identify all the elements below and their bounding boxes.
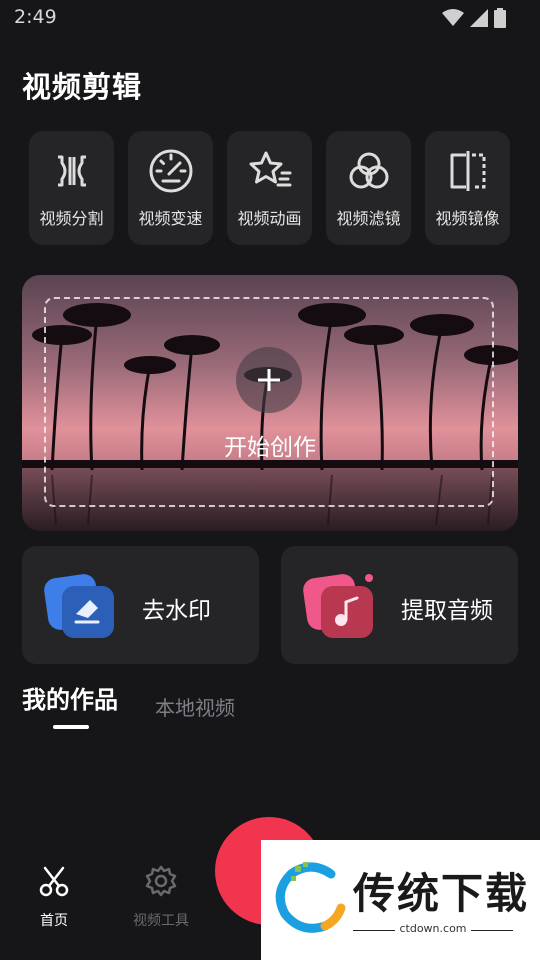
card-label: 去水印 <box>142 598 211 624</box>
tool-video-animation[interactable]: 视频动画 <box>227 131 312 245</box>
status-bar: 2:49 <box>0 0 540 36</box>
mirror-icon <box>450 151 485 191</box>
star-animation-icon <box>249 151 291 187</box>
page-title: 视频剪辑 <box>22 70 143 104</box>
eraser-icon <box>44 574 114 638</box>
site-watermark: 传统下载 ctdown.com <box>261 840 540 960</box>
tool-video-filter[interactable]: 视频滤镜 <box>326 131 411 245</box>
status-time: 2:49 <box>14 6 57 28</box>
tool-label: 视频滤镜 <box>336 209 401 228</box>
music-note-icon <box>303 574 373 638</box>
remove-watermark-card[interactable]: 去水印 <box>22 546 259 664</box>
watermark-url: ctdown.com <box>353 922 513 935</box>
nav-home[interactable]: 首页 <box>9 864 99 930</box>
scissors-icon <box>39 866 69 897</box>
tool-label: 视频变速 <box>138 209 203 228</box>
tool-label: 视频动画 <box>237 209 302 228</box>
tool-row: 视频分割 视频变速 视频动画 视频滤镜 视频镜像 <box>29 131 510 245</box>
watermark-logo <box>275 862 346 933</box>
tool-video-speed[interactable]: 视频变速 <box>128 131 213 245</box>
works-tabs: 我的作品 本地视频 <box>22 680 522 730</box>
filter-circles-icon <box>349 152 388 189</box>
tab-indicator <box>53 725 89 729</box>
tab-local-videos[interactable]: 本地视频 <box>155 692 235 721</box>
tool-video-mirror[interactable]: 视频镜像 <box>425 131 510 245</box>
card-label: 提取音频 <box>401 598 493 624</box>
gear-icon <box>145 865 177 897</box>
start-create-banner[interactable]: 开始创作 <box>22 275 518 531</box>
tool-label: 视频镜像 <box>435 209 500 228</box>
start-create-label: 开始创作 <box>224 435 316 461</box>
wifi-icon <box>442 9 464 26</box>
tab-my-works[interactable]: 我的作品 <box>22 680 118 715</box>
tool-label: 视频分割 <box>39 209 104 228</box>
plus-icon <box>258 369 280 391</box>
tool-video-split[interactable]: 视频分割 <box>29 131 114 245</box>
speedometer-icon <box>149 149 192 193</box>
watermark-text: 传统下载 <box>353 869 530 918</box>
status-icons <box>442 8 506 28</box>
signal-icon <box>470 9 488 27</box>
plus-button[interactable] <box>236 347 302 413</box>
nav-video-tools[interactable]: 视频工具 <box>116 864 206 930</box>
extract-audio-card[interactable]: 提取音频 <box>281 546 518 664</box>
battery-icon <box>494 8 506 28</box>
watermark-url-text: ctdown.com <box>395 922 471 935</box>
split-icon <box>57 155 86 187</box>
nav-home-label: 首页 <box>40 913 68 929</box>
nav-tools-label: 视频工具 <box>133 913 189 929</box>
